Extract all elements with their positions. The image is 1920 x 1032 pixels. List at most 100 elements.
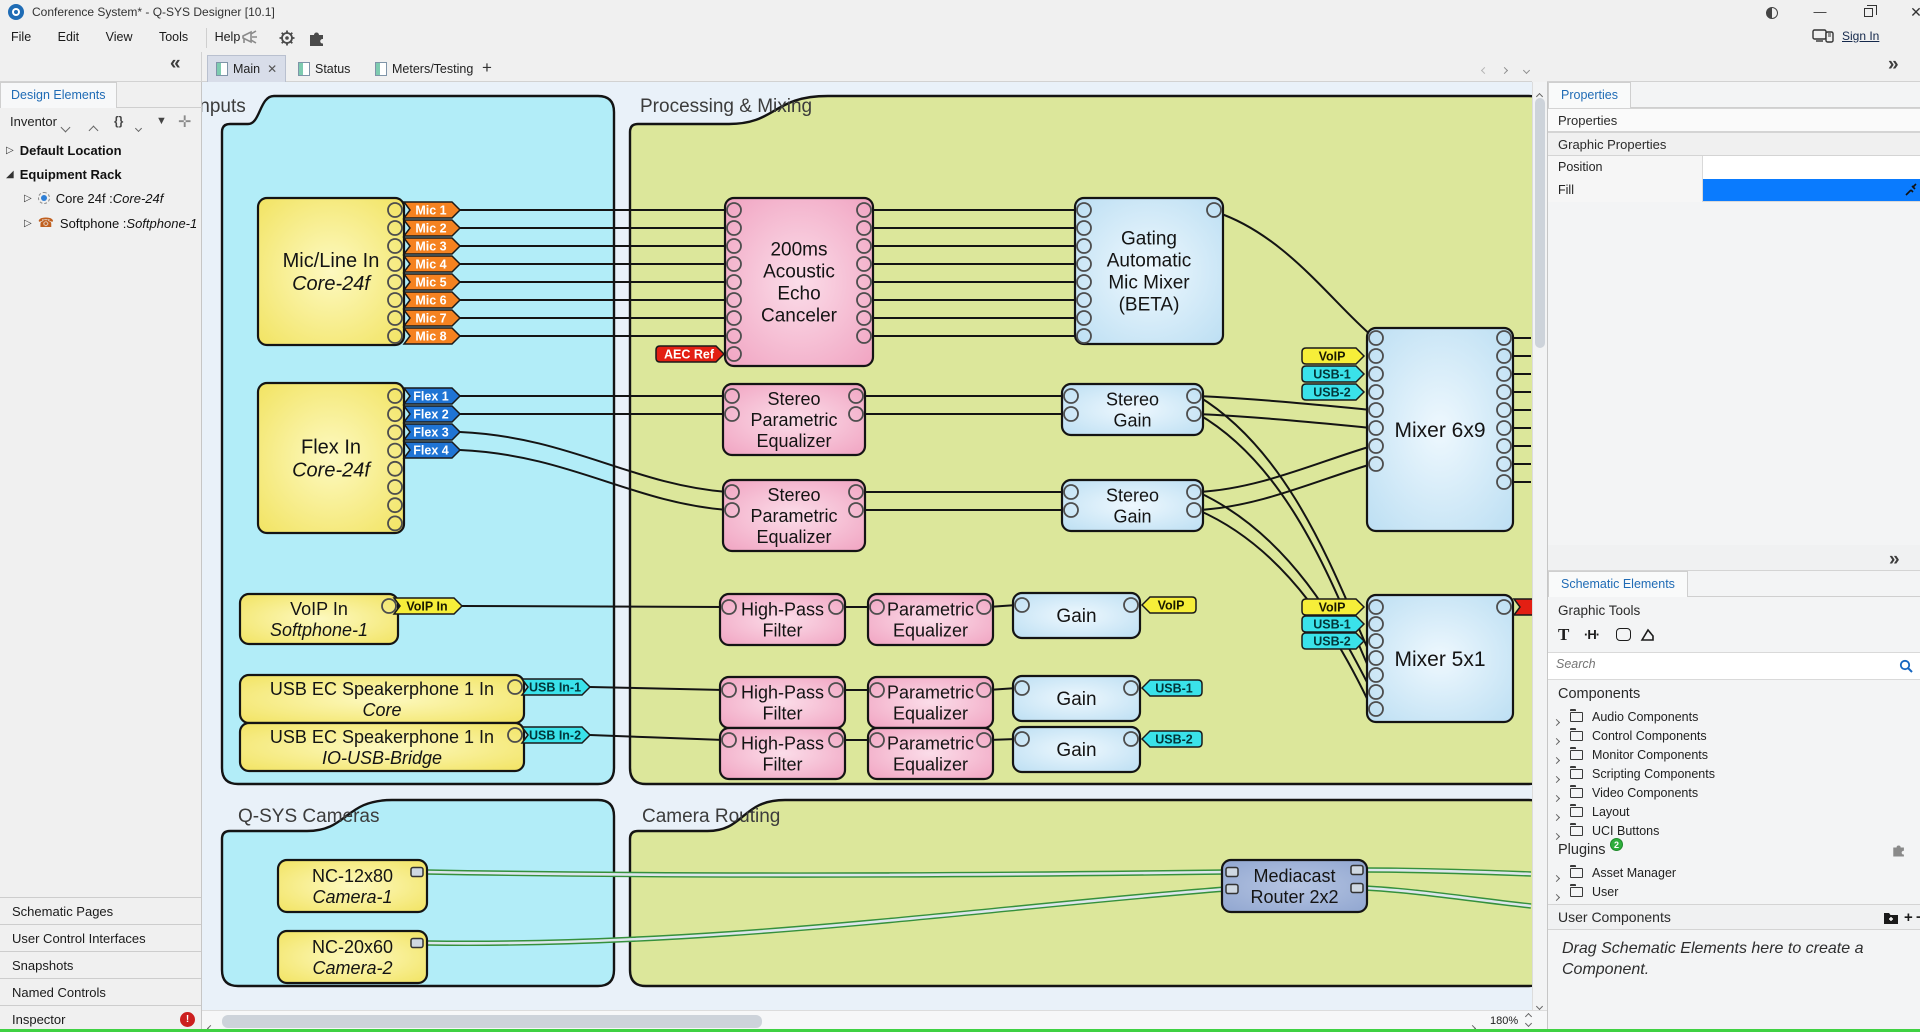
wire-tag-usb_in_2[interactable]: USB In-2 <box>522 727 590 743</box>
wire-tag-mic8[interactable]: Mic 8 <box>404 328 460 344</box>
expand-dropdown-icon[interactable] <box>62 118 69 136</box>
expand-folder-icon[interactable] <box>1554 771 1559 785</box>
wire-tag-mixer69_usb1[interactable]: USB-1 <box>1302 366 1364 382</box>
component-folder-asset-manager[interactable]: Asset Manager <box>1548 864 1920 884</box>
tab-main[interactable]: Main ✕ <box>207 55 286 82</box>
component-folder-video-components[interactable]: Video Components <box>1548 784 1920 804</box>
wire-tag-aec_ref[interactable]: AEC Ref <box>656 346 724 362</box>
panel-section-inspector[interactable]: Inspector! <box>0 1005 201 1032</box>
wire-tag-mixer69_voip[interactable]: VoIP <box>1302 348 1364 364</box>
expand-folder-icon[interactable] <box>1554 790 1559 804</box>
component-folder-layout[interactable]: Layout <box>1548 803 1920 823</box>
block-peq3[interactable]: ParametricEqualizer <box>868 728 993 779</box>
tab-status[interactable]: Status <box>290 55 358 82</box>
signin-link[interactable]: Sign In <box>1842 29 1879 43</box>
audio-wire[interactable] <box>462 606 724 607</box>
block-usb2_in[interactable]: USB EC Speakerphone 1 InIO-USB-Bridge <box>240 723 524 771</box>
block-gain3[interactable]: Gain <box>1013 727 1140 772</box>
video-pin[interactable] <box>1351 866 1363 875</box>
wire-tag-flex4[interactable]: Flex 4 <box>404 442 460 458</box>
braces-dropdown-icon[interactable] <box>136 118 141 136</box>
block-speq2[interactable]: StereoParametricEqualizer <box>723 480 865 551</box>
wire-tag-gain_voip[interactable]: VoIP <box>1142 597 1196 613</box>
inventory-dropdown[interactable]: Inventor <box>10 114 57 129</box>
wire-tag-mixer51_usb1[interactable]: USB-1 <box>1302 616 1364 632</box>
video-pin[interactable] <box>1226 885 1238 894</box>
block-cam2[interactable]: NC-20x60Camera-2 <box>278 931 427 983</box>
block-speq1[interactable]: StereoParametricEqualizer <box>723 384 865 455</box>
menu-tools[interactable]: Tools <box>148 24 199 50</box>
puzzle-icon[interactable] <box>306 29 328 47</box>
wire-tag-mic7[interactable]: Mic 7 <box>404 310 460 326</box>
vertical-scroll-thumb[interactable] <box>1535 98 1545 348</box>
search-input[interactable] <box>1556 657 1886 671</box>
tab-close-icon[interactable]: ✕ <box>267 62 277 76</box>
zoom-level[interactable]: 180% <box>1490 1015 1518 1027</box>
schematic-canvas[interactable]: InputsProcessing & MixingQ-SYS CamerasCa… <box>202 82 1532 1010</box>
tab-design-elements[interactable]: Design Elements <box>0 82 117 108</box>
collapse-right-panel-button[interactable]: » <box>1888 54 1897 76</box>
component-folder-control-components[interactable]: Control Components <box>1548 727 1920 747</box>
block-hpf3[interactable]: High-PassFilter <box>720 728 845 779</box>
block-peq2[interactable]: ParametricEqualizer <box>868 677 993 728</box>
wire-tag-mic1[interactable]: Mic 1 <box>404 202 460 218</box>
wire-tag-gain_usb1[interactable]: USB-1 <box>1142 680 1202 696</box>
new-folder-icon[interactable] <box>1883 911 1899 924</box>
wire-tag-mixer51_voip[interactable]: VoIP <box>1302 599 1364 615</box>
video-pin[interactable] <box>1226 868 1238 877</box>
expand-node-icon[interactable]: ▷ <box>24 218 32 229</box>
search-icon[interactable] <box>1899 659 1914 674</box>
component-folder-monitor-components[interactable]: Monitor Components <box>1548 746 1920 766</box>
canvas-vertical-scrollbar[interactable] <box>1532 82 1547 1010</box>
block-sgain2[interactable]: StereoGain <box>1062 480 1203 531</box>
remove-user-component-button[interactable]: − <box>1916 909 1920 926</box>
eyedropper-icon[interactable] <box>1904 183 1918 197</box>
wire-tag-mic3[interactable]: Mic 3 <box>404 238 460 254</box>
block-flex_in[interactable]: Flex InCore-24f <box>258 383 404 533</box>
header-tool-button[interactable]: ·H· <box>1584 627 1599 642</box>
expand-folder-icon[interactable] <box>1554 752 1559 766</box>
video-pin[interactable] <box>1351 884 1363 893</box>
add-tab-button[interactable]: + <box>482 58 492 78</box>
expand-folder-icon[interactable] <box>1554 733 1559 747</box>
block-gain1[interactable]: Gain <box>1013 593 1140 638</box>
component-folder-scripting-components[interactable]: Scripting Components <box>1548 765 1920 785</box>
polygon-tool-button[interactable] <box>1640 628 1656 642</box>
menu-file[interactable]: File <box>0 24 42 50</box>
collapse-left-panel-button[interactable]: « <box>170 53 179 75</box>
wire-tag-mixer69_usb2[interactable]: USB-2 <box>1302 384 1364 400</box>
tab-properties[interactable]: Properties <box>1548 82 1631 108</box>
panel-section-snapshots[interactable]: Snapshots <box>0 951 201 978</box>
horizontal-scroll-thumb[interactable] <box>222 1015 762 1028</box>
collapse-all-icon[interactable] <box>90 121 97 139</box>
close-button[interactable]: ✕ <box>1896 0 1920 24</box>
expand-node-icon[interactable]: ▷ <box>24 193 32 204</box>
tab-list-icon[interactable] <box>1524 60 1529 78</box>
position-value[interactable] <box>1703 156 1920 179</box>
panel-section-user-control-interfaces[interactable]: User Control Interfaces <box>0 924 201 951</box>
block-sgain1[interactable]: StereoGain <box>1062 384 1203 435</box>
wire-tag-mic6[interactable]: Mic 6 <box>404 292 460 308</box>
block-mixer51[interactable]: Mixer 5x1 <box>1367 595 1513 722</box>
component-folder-user[interactable]: User <box>1548 883 1920 903</box>
block-mic_line_in[interactable]: Mic/Line InCore-24f <box>258 198 404 345</box>
wire-tag-gain_usb2[interactable]: USB-2 <box>1142 731 1202 747</box>
block-usb1_in[interactable]: USB EC Speakerphone 1 InCore <box>240 675 524 723</box>
minimize-button[interactable]: — <box>1800 0 1840 24</box>
expand-folder-icon[interactable] <box>1554 870 1559 884</box>
wire-tag-voip_in_tag[interactable]: VoIP In <box>394 598 462 614</box>
block-hpf2[interactable]: High-PassFilter <box>720 677 845 728</box>
expand-folder-icon[interactable] <box>1554 714 1559 728</box>
tab-nav-next-icon[interactable] <box>1502 60 1507 78</box>
menu-view[interactable]: View <box>95 24 144 50</box>
filter-icon[interactable]: ▼ <box>156 115 167 127</box>
panel-section-named-controls[interactable]: Named Controls <box>0 978 201 1005</box>
tree-item-softphone-[interactable]: ▷☎Softphone : Softphone-1 <box>24 211 197 235</box>
video-pin[interactable] <box>411 939 423 948</box>
text-tool-button[interactable]: T <box>1558 625 1569 645</box>
expand-folder-icon[interactable] <box>1554 809 1559 823</box>
block-cam1[interactable]: NC-12x80Camera-1 <box>278 860 427 912</box>
expand-folder-icon[interactable] <box>1554 889 1559 903</box>
expand-folder-icon[interactable] <box>1554 828 1559 842</box>
component-folder-audio-components[interactable]: Audio Components <box>1548 708 1920 728</box>
